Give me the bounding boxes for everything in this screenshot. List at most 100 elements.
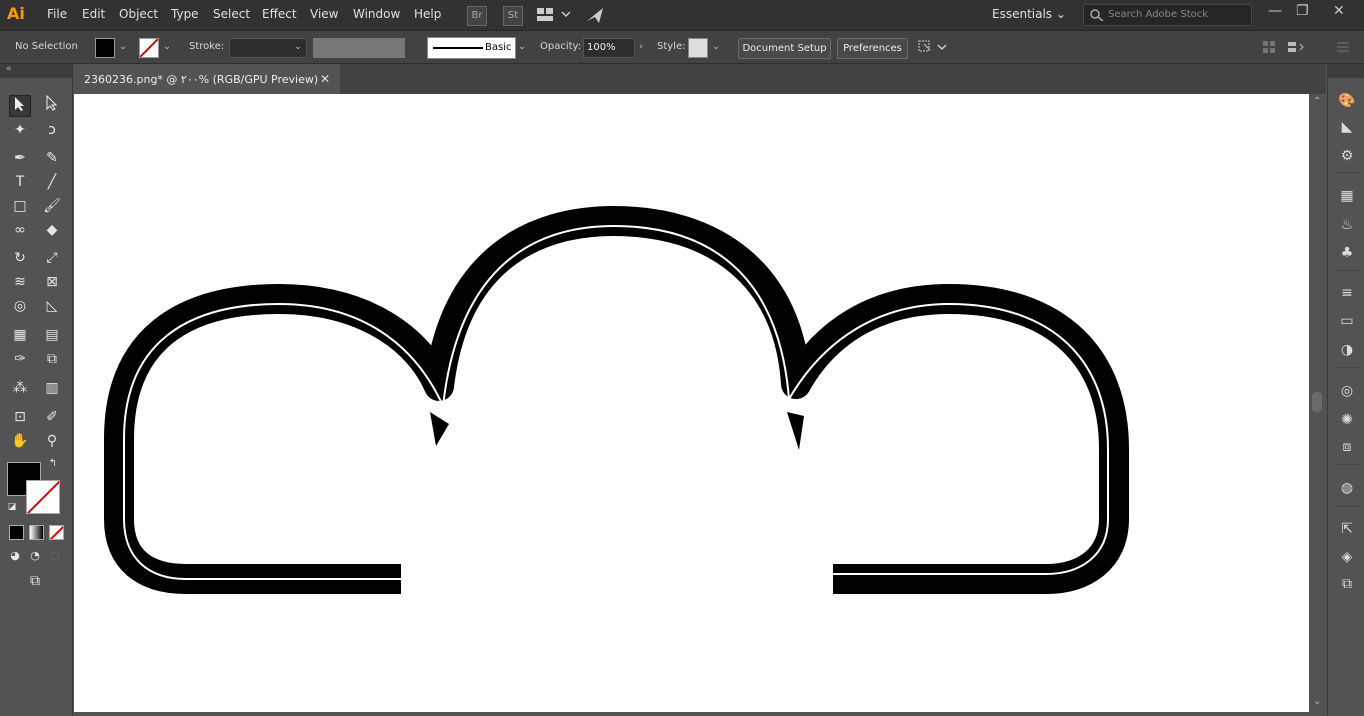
blend-tool-icon[interactable]: ⧉ (41, 348, 63, 370)
workspace-switcher[interactable]: Essentials ⌄ (992, 7, 1066, 21)
tools-panel-collapse-icon[interactable]: « (0, 64, 72, 78)
transform-icon[interactable] (1287, 40, 1307, 54)
column-graph-tool-icon[interactable]: ▥ (41, 377, 63, 399)
artboard-canvas[interactable] (74, 94, 1309, 712)
width-tool-icon[interactable]: ≋ (9, 271, 31, 293)
eraser-tool-icon[interactable]: ◆ (41, 219, 63, 241)
menu-type[interactable]: Type (171, 7, 199, 21)
menu-object[interactable]: Object (119, 7, 158, 21)
direct-selection-tool-icon[interactable] (41, 94, 63, 117)
menu-file[interactable]: File (47, 7, 67, 21)
draw-normal-icon[interactable]: ◕ (5, 546, 25, 566)
stroke-swatch[interactable] (139, 38, 159, 58)
preferences-button[interactable]: Preferences (837, 38, 908, 59)
zoom-tool-icon[interactable]: ⚲ (41, 430, 63, 452)
hand-tool-icon[interactable]: ✋ (9, 430, 31, 452)
selection-tool-icon[interactable] (9, 95, 31, 117)
close-tab-icon[interactable]: ✕ (320, 72, 330, 86)
default-colors-icon[interactable]: ◪ (5, 500, 19, 514)
style-dropdown-icon[interactable]: ⌄ (710, 39, 722, 55)
artboards-panel-icon[interactable]: ⧉ (1336, 573, 1358, 595)
opacity-field[interactable]: 100% (583, 38, 635, 58)
curvature-tool-icon[interactable]: ✎ (41, 147, 63, 169)
none-mode-icon[interactable] (49, 525, 64, 540)
perspective-grid-tool-icon[interactable]: ◺ (41, 295, 63, 317)
shape-builder-tool-icon[interactable]: ◎ (9, 295, 31, 317)
stroke-color-box[interactable] (26, 480, 60, 514)
eyedropper-tool-icon[interactable]: ✑ (9, 348, 31, 370)
swap-colors-icon[interactable]: ↰ (46, 457, 60, 471)
transparency-panel-icon[interactable]: ◑ (1336, 339, 1358, 361)
stroke-panel-icon[interactable]: ≡ (1336, 282, 1358, 304)
color-mode-icon[interactable] (9, 525, 24, 540)
menu-view[interactable]: View (310, 7, 338, 21)
brush-dropdown-icon[interactable]: ⌄ (516, 39, 528, 55)
stock-icon[interactable]: St (503, 6, 523, 26)
panel-dock-collapse-icon[interactable] (1328, 64, 1364, 78)
variable-width-profile[interactable] (313, 38, 405, 58)
symbols-panel-icon[interactable]: ♣ (1336, 242, 1358, 264)
close-window-button[interactable]: ✕ (1333, 3, 1345, 19)
rotate-tool-icon[interactable]: ↻ (9, 247, 31, 269)
scroll-down-icon[interactable]: ⌄ (1313, 696, 1321, 707)
line-tool-icon[interactable]: ╱ (41, 171, 63, 193)
menu-window[interactable]: Window (353, 7, 400, 21)
pen-tool-icon[interactable]: ✒ (9, 147, 31, 169)
fill-swatch[interactable] (95, 38, 115, 58)
arrange-documents-icon[interactable] (536, 7, 570, 23)
swatches-panel-icon[interactable]: ▦ (1336, 185, 1358, 207)
gradient-panel-icon[interactable]: ▭ (1336, 310, 1358, 332)
select-similar-icon[interactable] (916, 38, 948, 56)
export-panel-icon[interactable]: ⇱ (1336, 518, 1358, 540)
gradient-tool-icon[interactable]: ▤ (41, 324, 63, 346)
vertical-scrollbar[interactable]: ⌃ ⌄ (1309, 94, 1326, 712)
free-transform-tool-icon[interactable]: ⊠ (41, 271, 63, 293)
panel-menu-icon[interactable] (1336, 40, 1350, 54)
color-panel-icon[interactable]: 🎨 (1336, 90, 1358, 112)
menu-edit[interactable]: Edit (82, 7, 105, 21)
restore-button[interactable]: ❐ (1296, 3, 1309, 19)
appearance-panel-icon[interactable]: ◎ (1336, 380, 1358, 402)
gpu-performance-icon[interactable] (585, 5, 605, 25)
menu-help[interactable]: Help (414, 7, 441, 21)
menu-effect[interactable]: Effect (262, 7, 297, 21)
scale-tool-icon[interactable]: ⤢ (41, 247, 63, 269)
type-tool-icon[interactable]: T (9, 171, 31, 193)
brush-definition[interactable]: Basic (427, 37, 516, 59)
screen-mode-icon[interactable]: ⧉ (24, 570, 46, 592)
lasso-tool-icon[interactable]: ↄ (41, 119, 63, 141)
bridge-icon[interactable]: Br (467, 6, 487, 26)
scrollbar-thumb[interactable] (1312, 392, 1322, 412)
slice-tool-icon[interactable]: ✐ (41, 406, 63, 428)
graphic-style-swatch[interactable] (688, 38, 708, 58)
fill-dropdown-icon[interactable]: ⌄ (117, 39, 129, 55)
draw-behind-icon[interactable]: ◔ (25, 546, 45, 566)
mesh-tool-icon[interactable]: ▦ (9, 324, 31, 346)
align-icon[interactable] (1262, 40, 1276, 54)
minimize-button[interactable]: — (1268, 3, 1282, 19)
draw-inside-icon[interactable]: ◌ (45, 546, 65, 566)
recolor-panel-icon[interactable]: ⚙ (1336, 145, 1358, 167)
symbol-sprayer-tool-icon[interactable]: ⁂ (9, 377, 31, 399)
artwork (104, 206, 1129, 594)
scroll-up-icon[interactable]: ⌃ (1313, 96, 1321, 107)
stroke-weight-dropdown-icon[interactable]: ⌄ (292, 39, 304, 55)
graphic-styles-panel-icon[interactable]: ✺ (1336, 409, 1358, 431)
menu-select[interactable]: Select (213, 7, 250, 21)
stroke-dropdown-icon[interactable]: ⌄ (161, 39, 173, 55)
paintbrush-tool-icon[interactable]: 🖌 (41, 195, 63, 217)
stock-search-input[interactable]: Search Adobe Stock (1083, 4, 1252, 26)
artboard-tool-icon[interactable]: ⊡ (9, 406, 31, 428)
libraries-panel-icon[interactable]: ◍ (1336, 477, 1358, 499)
brushes-panel-icon[interactable]: ♨ (1336, 214, 1358, 236)
document-tab[interactable]: 2360236.png* @ ٢٠٠% (RGB/GPU Preview) ✕ (74, 64, 340, 94)
layers-panel-icon[interactable]: ◈ (1336, 546, 1358, 568)
rectangle-tool-icon[interactable]: □ (9, 195, 31, 217)
magic-wand-tool-icon[interactable]: ✦ (9, 119, 31, 141)
image-trace-panel-icon[interactable]: ⧈ (1336, 436, 1358, 458)
gradient-mode-icon[interactable] (29, 525, 44, 540)
color-guide-panel-icon[interactable]: ◣ (1336, 116, 1358, 138)
opacity-arrow-icon[interactable]: › (635, 39, 647, 55)
document-setup-button[interactable]: Document Setup (738, 38, 831, 59)
shaper-tool-icon[interactable]: ∞ (9, 219, 31, 241)
